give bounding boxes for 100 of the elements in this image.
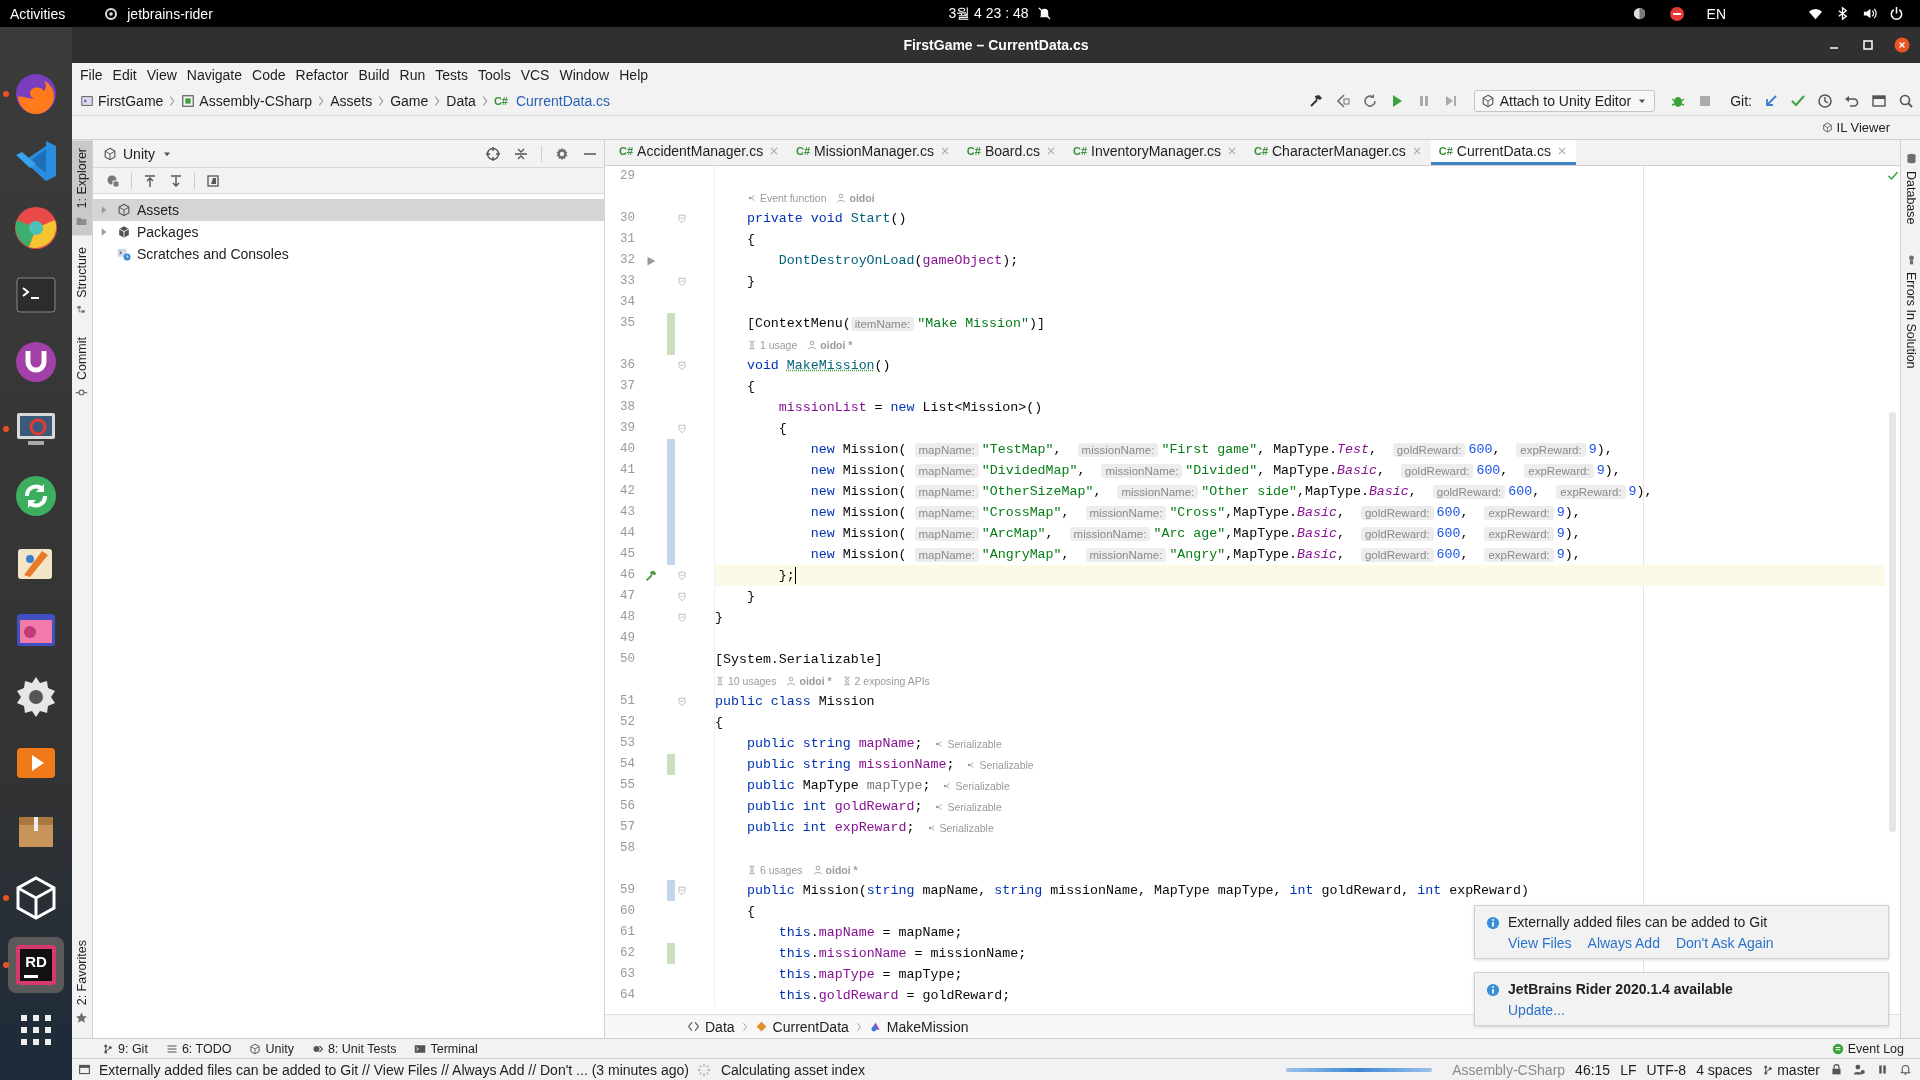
- change-marker[interactable]: [667, 880, 675, 901]
- lock-icon[interactable]: [1830, 1063, 1843, 1076]
- breadcrumb-item[interactable]: Data: [687, 1018, 735, 1035]
- do-not-disturb-icon[interactable]: [1668, 5, 1685, 22]
- close-window-icon[interactable]: [1894, 37, 1910, 53]
- tree-item[interactable]: Assets: [93, 199, 604, 221]
- editor-tab[interactable]: C# Board.cs: [958, 140, 1065, 165]
- change-marker[interactable]: [667, 754, 675, 775]
- pause-small-icon[interactable]: [1876, 1063, 1889, 1076]
- menu-item[interactable]: Window: [554, 67, 615, 83]
- parameter-hint: goldReward:: [1360, 547, 1434, 562]
- power-icon[interactable]: [1889, 6, 1904, 21]
- breadcrumb-item[interactable]: C# CurrentData.cs: [491, 93, 613, 109]
- night-light-icon[interactable]: [1631, 6, 1647, 21]
- notification-link[interactable]: Don't Ask Again: [1675, 935, 1774, 951]
- history-icon[interactable]: [1817, 93, 1833, 109]
- person-gear-icon[interactable]: [1853, 1063, 1866, 1076]
- tool-window-tab[interactable]: Commit: [72, 329, 92, 408]
- menu-item[interactable]: Edit: [107, 67, 142, 83]
- update-arrow-icon[interactable]: [1763, 93, 1779, 109]
- editor-tab[interactable]: C# InventoryManager.cs: [1065, 140, 1246, 165]
- breadcrumb-item[interactable]: Game: [388, 93, 431, 109]
- breadcrumb-item[interactable]: CurrentData: [754, 1018, 849, 1035]
- crosshair-icon[interactable]: [485, 145, 501, 162]
- run-config-dropdown[interactable]: Attach to Unity Editor: [1473, 90, 1656, 112]
- tool-window-button[interactable]: Event Log: [1831, 1041, 1904, 1056]
- arrow-up-icon[interactable]: [142, 172, 158, 189]
- tool-window-button[interactable]: 9: Git: [102, 1041, 148, 1056]
- menu-item[interactable]: View: [141, 67, 182, 83]
- menu-item[interactable]: Run: [394, 67, 431, 83]
- menu-item[interactable]: Help: [614, 67, 654, 83]
- change-marker[interactable]: [667, 943, 675, 964]
- il-viewer-tab[interactable]: IL Viewer: [1821, 120, 1890, 135]
- tree-item[interactable]: Scratches and Consoles: [93, 243, 604, 265]
- notification-link[interactable]: Always Add: [1587, 935, 1660, 951]
- change-marker[interactable]: [667, 334, 675, 355]
- view-dropdown[interactable]: Unity: [103, 145, 173, 162]
- background-task-label[interactable]: Calculating asset index: [720, 1061, 865, 1078]
- editor-tab[interactable]: C# MissionManager.cs: [788, 140, 959, 165]
- editor-tab[interactable]: C# CurrentData.cs: [1430, 140, 1576, 165]
- check-icon[interactable]: [1790, 93, 1806, 109]
- breadcrumb-item[interactable]: Assets: [328, 93, 375, 109]
- scrollbar-thumb[interactable]: [1889, 412, 1896, 832]
- breadcrumb-item[interactable]: MakeMission: [868, 1018, 969, 1035]
- tool-window-button[interactable]: Unity: [249, 1041, 294, 1056]
- tool-window-tab[interactable]: 2: Favorites: [72, 931, 92, 1032]
- tool-window-tab[interactable]: Errors In Solution: [1901, 244, 1920, 377]
- status-message[interactable]: Externally added files can be added to Git // View Files // Always Add // Don't ... (3 minutes ago): [99, 1061, 689, 1078]
- preview-icon[interactable]: [205, 172, 221, 189]
- editor-tab[interactable]: C# CharacterManager.cs: [1245, 140, 1431, 165]
- line-number: 38: [619, 399, 635, 416]
- change-marker[interactable]: [667, 544, 675, 565]
- menu-item[interactable]: File: [75, 67, 108, 83]
- activities-button[interactable]: Activities: [10, 5, 66, 22]
- search-icon[interactable]: [1898, 93, 1914, 109]
- app-menu[interactable]: jetbrains-rider: [103, 5, 213, 22]
- app-grid-icon[interactable]: [18, 1012, 54, 1048]
- menu-item[interactable]: Tests: [430, 67, 473, 83]
- refresh-icon[interactable]: [1361, 93, 1378, 109]
- menu-item[interactable]: Build: [353, 67, 395, 83]
- breadcrumb-item[interactable]: FirstGame: [78, 93, 166, 109]
- attach-icon[interactable]: [1334, 93, 1351, 109]
- menu-item[interactable]: Refactor: [290, 67, 354, 83]
- arrow-down-icon[interactable]: [168, 172, 184, 189]
- notification-link[interactable]: Update...: [1508, 1002, 1565, 1018]
- change-marker[interactable]: [667, 313, 675, 334]
- tool-window-button[interactable]: 6: TODO: [165, 1041, 232, 1056]
- clock[interactable]: 3월 4 23 : 48: [948, 4, 1029, 23]
- line-separator-label[interactable]: LF: [1620, 1061, 1637, 1078]
- keyboard-layout-indicator[interactable]: EN: [1706, 5, 1726, 22]
- tool-window-tab[interactable]: Structure: [72, 239, 92, 326]
- menu-item[interactable]: Code: [247, 67, 291, 83]
- undo-icon[interactable]: [1844, 93, 1860, 109]
- code-text: public string missionName;: [746, 757, 955, 772]
- editor-tab[interactable]: C# AccidentManager.cs: [611, 140, 789, 165]
- tree-item[interactable]: Packages: [93, 221, 604, 243]
- tool-window-button[interactable]: 8: Unit Tests: [311, 1041, 397, 1056]
- breadcrumb-item[interactable]: Assembly-CSharp: [179, 93, 315, 109]
- menu-item[interactable]: Navigate: [181, 67, 248, 83]
- breadcrumb-item[interactable]: Data: [444, 93, 478, 109]
- indent-label[interactable]: 4 spaces: [1696, 1061, 1753, 1078]
- tool-window-button[interactable]: Terminal: [414, 1041, 478, 1056]
- change-marker[interactable]: [667, 439, 675, 460]
- volume-icon[interactable]: [1862, 6, 1877, 21]
- app-logo-icon[interactable]: RD: [8, 937, 64, 993]
- branch-widget[interactable]: master: [1762, 1061, 1820, 1078]
- notification-link[interactable]: View Files: [1508, 935, 1572, 951]
- encoding-label[interactable]: UTF-8: [1646, 1061, 1687, 1078]
- hammer-icon[interactable]: [644, 568, 658, 583]
- code-text: new Mission(: [810, 526, 908, 541]
- window-icon[interactable]: [1871, 93, 1887, 109]
- tool-window-tab[interactable]: Database: [1901, 144, 1920, 233]
- caret-position[interactable]: 46:15: [1575, 1061, 1611, 1078]
- menu-item[interactable]: VCS: [515, 67, 555, 83]
- tool-window-tab[interactable]: 1: Explorer: [72, 140, 92, 236]
- menu-item[interactable]: Tools: [472, 67, 516, 83]
- tool-windows-icon[interactable]: [78, 1063, 91, 1076]
- maximize-window-icon[interactable]: [1860, 37, 1876, 53]
- wifi-icon[interactable]: [1808, 6, 1823, 21]
- bell-icon[interactable]: [1899, 1063, 1912, 1076]
